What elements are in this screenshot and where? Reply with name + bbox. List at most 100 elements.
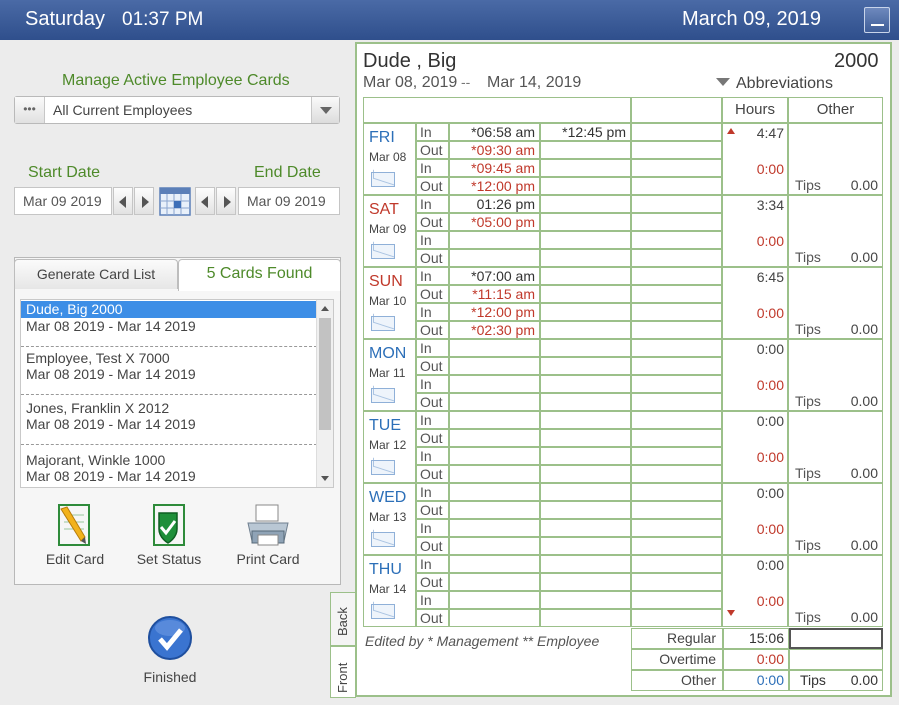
punch-time-2[interactable] [540,357,631,375]
mail-icon[interactable] [371,316,395,331]
punch-time-3[interactable] [631,411,722,429]
punch-time[interactable] [449,375,540,393]
start-date-prev-button[interactable] [113,187,133,215]
punch-time-2[interactable] [540,141,631,159]
punch-time-2[interactable] [540,573,631,591]
punch-time[interactable]: *12:00 pm [449,303,540,321]
punch-time[interactable] [449,483,540,501]
punch-time[interactable] [449,339,540,357]
punch-time-2[interactable] [540,537,631,555]
punch-time-2[interactable] [540,555,631,573]
punch-time[interactable]: *05:00 pm [449,213,540,231]
punch-time-2[interactable] [540,393,631,411]
mail-icon[interactable] [371,604,395,619]
more-options-button[interactable]: ••• [15,97,45,123]
card-list-scrollbar[interactable] [316,300,333,487]
punch-time-3[interactable] [631,519,722,537]
punch-time-3[interactable] [631,231,722,249]
punch-time-3[interactable] [631,249,722,267]
mail-icon[interactable] [371,532,395,547]
punch-time-2[interactable]: *12:45 pm [540,123,631,141]
punch-time[interactable]: *06:58 am [449,123,540,141]
edit-card-button[interactable]: Edit Card [30,503,120,573]
tab-cards-found[interactable]: 5 Cards Found [178,259,341,291]
calendar-button[interactable] [158,185,192,217]
punch-time[interactable] [449,429,540,447]
punch-time-2[interactable] [540,231,631,249]
end-date-prev-button[interactable] [195,187,215,215]
punch-time[interactable] [449,555,540,573]
punch-time[interactable] [449,231,540,249]
punch-time-3[interactable] [631,321,722,339]
punch-time-3[interactable] [631,609,722,627]
end-date-next-button[interactable] [216,187,236,215]
punch-time[interactable]: 01:26 pm [449,195,540,213]
punch-time-3[interactable] [631,501,722,519]
scroll-thumb[interactable] [319,318,331,430]
punch-time-2[interactable] [540,483,631,501]
end-date-field[interactable]: Mar 09 2019 [238,187,340,215]
punch-time-3[interactable] [631,195,722,213]
mail-icon[interactable] [371,388,395,403]
card-list[interactable]: Dude, Big 2000 Mar 08 2019 - Mar 14 2019… [20,299,334,488]
tab-front[interactable]: Front [330,646,356,698]
punch-time-2[interactable] [540,267,631,285]
punch-time-2[interactable] [540,609,631,627]
punch-time-2[interactable] [540,213,631,231]
punch-time-3[interactable] [631,447,722,465]
employee-filter-select[interactable]: ••• All Current Employees [14,96,340,124]
set-status-button[interactable]: Set Status [124,503,214,573]
punch-time-2[interactable] [540,501,631,519]
punch-time-3[interactable] [631,573,722,591]
punch-time[interactable] [449,411,540,429]
scroll-up-icon[interactable] [321,306,329,311]
punch-time-2[interactable] [540,375,631,393]
punch-time-3[interactable] [631,591,722,609]
punch-time[interactable] [449,537,540,555]
punch-time[interactable] [449,357,540,375]
punch-time-3[interactable] [631,429,722,447]
finished-button[interactable]: Finished [120,612,220,685]
punch-time-2[interactable] [540,429,631,447]
punch-time-2[interactable] [540,195,631,213]
list-item[interactable]: Jones, Franklin X 2012 Mar 08 2019 - Mar… [21,398,317,445]
punch-time-3[interactable] [631,285,722,303]
list-item[interactable]: Majorant, Winkle 1000 Mar 08 2019 - Mar … [21,450,317,487]
tab-back[interactable]: Back [330,592,356,646]
print-card-button[interactable]: Print Card [223,503,313,573]
punch-time-3[interactable] [631,375,722,393]
punch-time-3[interactable] [631,123,722,141]
punch-time-3[interactable] [631,393,722,411]
punch-time-3[interactable] [631,483,722,501]
punch-time-2[interactable] [540,465,631,483]
punch-time-3[interactable] [631,555,722,573]
punch-time[interactable] [449,393,540,411]
punch-time-3[interactable] [631,339,722,357]
abbreviations-toggle[interactable]: Abbreviations [716,75,833,93]
punch-time[interactable]: *12:00 pm [449,177,540,195]
scroll-down-icon[interactable] [321,476,329,481]
mail-icon[interactable] [371,460,395,475]
tab-generate-card-list[interactable]: Generate Card List [14,259,178,289]
punch-time[interactable] [449,447,540,465]
punch-time[interactable] [449,609,540,627]
punch-time-3[interactable] [631,141,722,159]
punch-time-2[interactable] [540,591,631,609]
punch-time[interactable] [449,573,540,591]
list-item[interactable]: Employee, Test X 7000 Mar 08 2019 - Mar … [21,348,317,395]
punch-time-3[interactable] [631,177,722,195]
punch-time-2[interactable] [540,321,631,339]
punch-time[interactable]: *09:30 am [449,141,540,159]
punch-time-2[interactable] [540,411,631,429]
punch-time-2[interactable] [540,285,631,303]
punch-time[interactable] [449,591,540,609]
punch-time-3[interactable] [631,303,722,321]
start-date-field[interactable]: Mar 09 2019 [14,187,112,215]
punch-time-3[interactable] [631,213,722,231]
mail-icon[interactable] [371,244,395,259]
punch-time-2[interactable] [540,339,631,357]
punch-time-2[interactable] [540,249,631,267]
punch-time-3[interactable] [631,357,722,375]
mail-icon[interactable] [371,172,395,187]
punch-time-2[interactable] [540,447,631,465]
